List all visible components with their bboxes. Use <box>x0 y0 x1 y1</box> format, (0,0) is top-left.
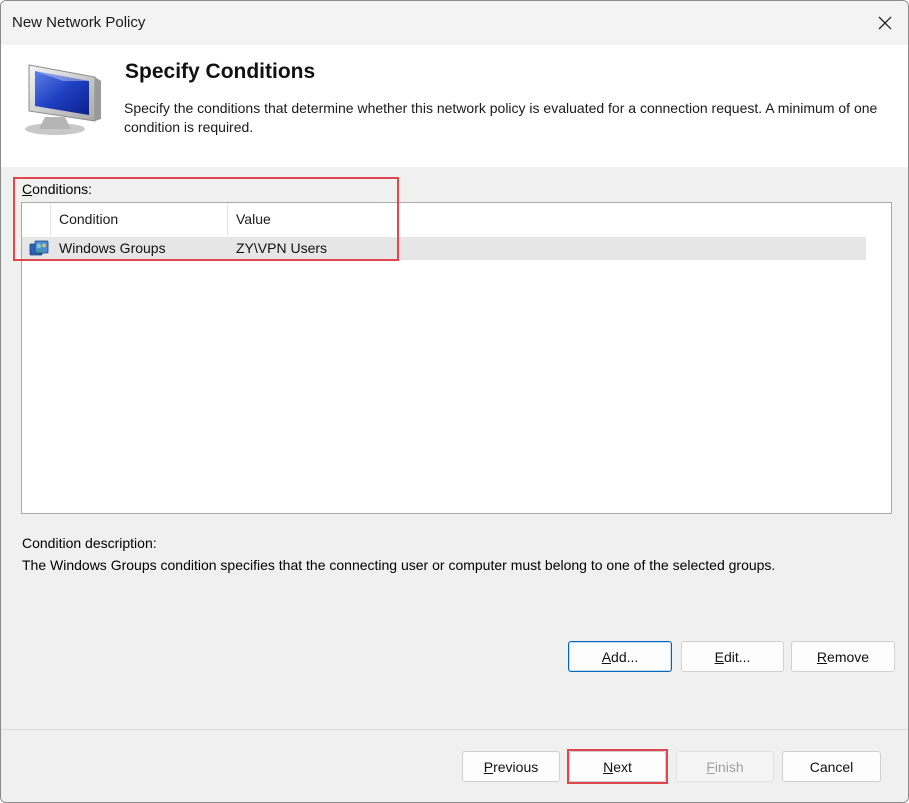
conditions-list[interactable]: Condition Value Windows Groups ZY\VPN Us… <box>21 202 892 514</box>
close-button[interactable] <box>862 1 908 45</box>
column-header-value[interactable]: Value <box>228 203 866 236</box>
conditions-label: Conditions: <box>22 181 92 197</box>
edit-button[interactable]: Edit... <box>681 641 784 672</box>
remove-label: emove <box>827 648 870 665</box>
edit-label: dit... <box>723 648 751 665</box>
condition-description-title: Condition description: <box>22 535 157 551</box>
previous-mnemonic: P <box>483 758 494 775</box>
add-mnemonic: A <box>601 648 612 665</box>
title-bar: New Network Policy <box>1 1 908 45</box>
finish-mnemonic: F <box>706 758 715 775</box>
add-button[interactable]: Add... <box>568 641 672 672</box>
condition-description-text: The Windows Groups condition specifies t… <box>22 557 776 573</box>
wizard-header: Specify Conditions Specify the condition… <box>1 45 908 167</box>
page-title: Specify Conditions <box>125 60 316 83</box>
finish-button[interactable]: Finish <box>676 751 774 782</box>
monitor-icon <box>25 64 101 135</box>
add-label: dd... <box>611 648 639 665</box>
previous-label: revious <box>493 758 539 775</box>
windows-groups-icon <box>29 240 49 256</box>
table-row[interactable]: Windows Groups ZY\VPN Users <box>22 237 866 260</box>
column-header-condition[interactable]: Condition <box>51 203 228 236</box>
next-label: ext <box>613 758 632 775</box>
list-header: Condition Value <box>22 203 866 236</box>
close-icon <box>878 16 892 30</box>
next-mnemonic: N <box>603 758 614 775</box>
column-header-icon[interactable] <box>22 203 51 236</box>
edit-mnemonic: E <box>714 648 724 665</box>
previous-button[interactable]: Previous <box>462 751 560 782</box>
window-title: New Network Policy <box>12 14 146 31</box>
finish-label: inish <box>714 758 744 775</box>
row-value: ZY\VPN Users <box>236 240 328 256</box>
conditions-label-text: onditions: <box>32 181 93 197</box>
page-description: Specify the conditions that determine wh… <box>124 100 878 135</box>
conditions-label-mnemonic: C <box>22 181 33 197</box>
new-network-policy-dialog: New Network Policy Specify Conditions Sp… <box>0 0 909 803</box>
next-button[interactable]: Next <box>569 751 666 782</box>
remove-mnemonic: R <box>816 648 828 665</box>
cancel-button[interactable]: Cancel <box>782 751 881 782</box>
row-condition: Windows Groups <box>59 240 166 256</box>
remove-button[interactable]: Remove <box>791 641 895 672</box>
